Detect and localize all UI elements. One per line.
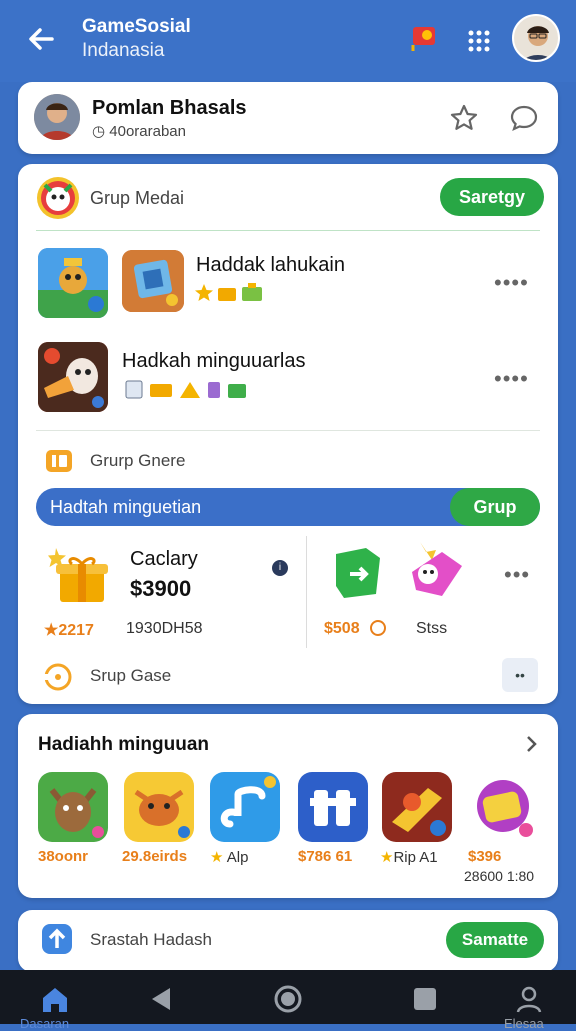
promo-title: Caclary	[130, 548, 198, 570]
group-action-button[interactable]: Saretgy	[440, 178, 544, 216]
right-price: $508	[324, 620, 360, 637]
app-icon-fox[interactable]	[38, 772, 108, 842]
app-label: ★ Alp	[210, 848, 248, 866]
game-thumb[interactable]	[38, 248, 108, 318]
footer-title: Srup Gase	[90, 666, 172, 685]
star-icon: ★	[380, 849, 394, 866]
home-circle-icon[interactable]	[273, 984, 303, 1014]
group-card: Grup Medai Saretgy Haddak lahukain •••• …	[18, 164, 558, 704]
promo-points-value: 2217	[58, 622, 94, 639]
recents-square-icon[interactable]	[410, 984, 440, 1014]
star-icon[interactable]	[448, 102, 480, 134]
bottom-card-button[interactable]: Samatte	[446, 922, 544, 958]
more-icon[interactable]: ••	[502, 658, 538, 692]
app-sublabel: 28600 1:80	[464, 868, 535, 884]
info-icon[interactable]: i	[272, 560, 288, 576]
app-subtitle: Indanasia	[82, 40, 165, 61]
game-thumb[interactable]	[38, 342, 108, 412]
weekly-title: Hadiahh minguuan	[38, 734, 209, 755]
app-label: 29.8eirds	[122, 848, 188, 865]
star-icon: ★	[210, 849, 227, 866]
app-icon-music[interactable]	[210, 772, 280, 842]
divider	[36, 230, 540, 231]
more-options-icon[interactable]: ••••	[494, 366, 529, 392]
app-icon-warrior[interactable]	[382, 772, 452, 842]
game-thumb[interactable]	[122, 250, 184, 312]
top-bar: GameSosial Indanasia	[0, 0, 576, 82]
user-avatar[interactable]	[512, 14, 560, 62]
upload-icon	[40, 922, 74, 956]
banner-group-button[interactable]: Grup	[450, 488, 540, 526]
chevron-right-icon[interactable]	[522, 734, 540, 754]
app-label-text: Alp	[226, 849, 249, 866]
group-logo-icon	[36, 176, 80, 220]
more-options-icon[interactable]: •••	[504, 562, 530, 588]
back-triangle-icon[interactable]	[146, 984, 176, 1014]
header-titles: GameSosial Indanasia	[82, 16, 191, 62]
app-label-text: Rip A1	[393, 849, 438, 866]
promo-code: 1930DH58	[126, 620, 203, 637]
more-options-icon[interactable]: ••••	[494, 270, 529, 296]
profile-name: Pomlan Bhasals	[92, 97, 247, 119]
profile-subtitle: ◷ 40oraraban	[92, 122, 186, 140]
promo-price: $3900	[130, 576, 192, 601]
section-title: Grurp Gnere	[90, 451, 186, 470]
app-label: $396	[468, 848, 502, 865]
app-label: ★Rip A1	[380, 848, 440, 866]
row-title: Haddak lahukain	[196, 254, 345, 276]
home-icon[interactable]	[40, 984, 70, 1014]
row-title: Hadkah minguuarlas	[122, 350, 306, 372]
weekly-banner[interactable]: Hadtah minguetian Grup	[36, 488, 540, 526]
notification-flag-icon[interactable]	[410, 24, 440, 52]
pink-character-icon[interactable]	[406, 538, 466, 604]
right-label: Stss	[416, 620, 448, 637]
chat-icon[interactable]	[508, 102, 540, 134]
divider	[36, 430, 540, 431]
app-label: 38oonr	[38, 848, 89, 865]
clock-icon: ◷	[92, 123, 110, 140]
app-icon-candy[interactable]	[468, 772, 538, 842]
group-genre-icon	[44, 446, 74, 476]
banner-label: Hadtah minguetian	[50, 497, 202, 517]
profile-icon[interactable]	[514, 984, 544, 1014]
bottom-card-title: Srastah Hadash	[90, 930, 212, 949]
weekly-apps-card: Hadiahh minguuan 38oonr 29.8eirds ★ Alp …	[18, 714, 558, 898]
bottom-nav: Dasaran Elesaa	[0, 970, 576, 1031]
promo-points: ★2217	[44, 622, 94, 639]
app-icon-monkey[interactable]	[124, 772, 194, 842]
vertical-divider	[306, 536, 307, 648]
app-title: GameSosial	[82, 16, 191, 37]
reward-icons	[124, 378, 254, 405]
bottom-card: Srastah Hadash Samatte	[18, 910, 558, 972]
profile-sub-text: 40oraraban	[109, 123, 186, 140]
group-title: Grup Medai	[90, 188, 185, 208]
profile-card[interactable]: Pomlan Bhasals ◷ 40oraraban	[18, 82, 558, 154]
coin-icon	[370, 620, 386, 636]
apps-grid-icon[interactable]	[466, 28, 492, 54]
gift-box-icon	[48, 544, 114, 606]
back-arrow-icon[interactable]	[24, 22, 58, 56]
profile-avatar	[34, 94, 80, 140]
app-label: $786 61	[298, 848, 353, 865]
reward-icons	[194, 282, 268, 309]
game-controller-icon	[42, 662, 72, 692]
green-cube-icon[interactable]	[330, 544, 384, 602]
app-icon-blue[interactable]	[298, 772, 368, 842]
